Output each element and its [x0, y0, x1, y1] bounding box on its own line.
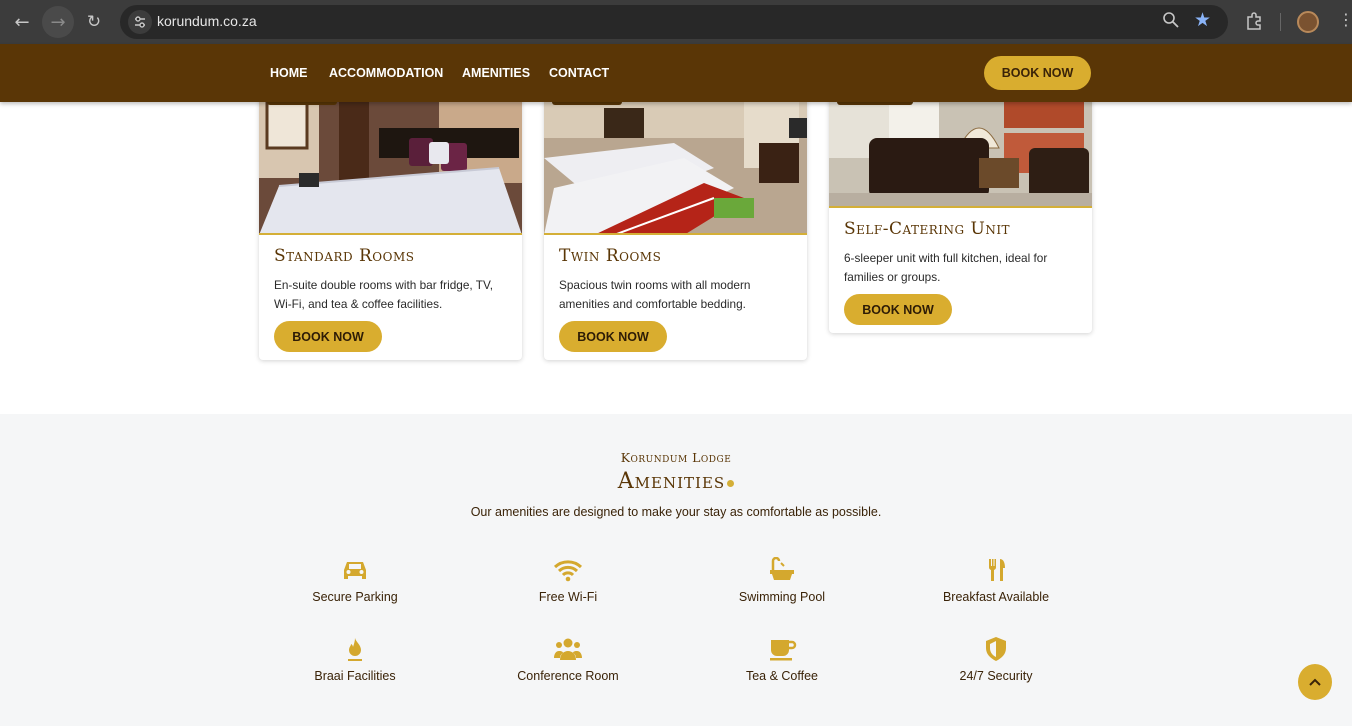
chevron-up-icon [1309, 678, 1321, 686]
utensils-icon [988, 559, 1005, 581]
wifi-icon [553, 560, 583, 582]
browser-toolbar: ← → ↻ korundum.co.za ★ ⋮ [0, 0, 1352, 44]
amenity-label: Braai Facilities [314, 669, 396, 683]
amenity-swimming-pool: Swimming Pool [692, 557, 872, 604]
amenity-security: 24/7 Security [906, 636, 1086, 683]
amenity-label: 24/7 Security [959, 669, 1033, 683]
nav-accommodation[interactable]: ACCOMMODATION [329, 66, 443, 80]
amenities-section: Korundum Lodge Amenities Our amenities a… [0, 414, 1352, 726]
section-title-text: Amenities [617, 469, 726, 494]
shield-icon [986, 637, 1006, 661]
bath-icon [770, 557, 794, 580]
title-dot [727, 480, 735, 487]
nav-amenities[interactable]: AMENITIES [462, 66, 530, 80]
room-photo-standard: From R700 [259, 88, 522, 235]
browser-menu-icon[interactable]: ⋮ [1338, 10, 1352, 29]
room-title: Standard Rooms [274, 246, 415, 266]
room-card-self-catering: From R1500 Self-Catering Unit 6-sleeper … [829, 88, 1092, 333]
room-card-twin: From R700 Twin Rooms Spacious twin rooms… [544, 88, 807, 360]
amenity-braai: Braai Facilities [265, 636, 445, 683]
forward-icon[interactable]: → [42, 6, 74, 38]
header-book-now-button[interactable]: BOOK NOW [984, 56, 1091, 90]
address-bar[interactable]: korundum.co.za ★ [120, 5, 1228, 39]
book-now-button[interactable]: BOOK NOW [844, 294, 952, 325]
section-subtitle: Our amenities are designed to make your … [470, 505, 882, 519]
bookmark-star-icon[interactable]: ★ [1194, 9, 1211, 31]
room-title: Self-Catering Unit [844, 219, 1011, 239]
toolbar-divider [1280, 13, 1281, 31]
nav-home[interactable]: HOME [270, 66, 308, 80]
amenity-label: Tea & Coffee [745, 669, 819, 683]
room-description: En-suite double rooms with bar fridge, T… [274, 278, 494, 311]
amenity-label: Conference Room [517, 669, 619, 683]
car-icon [344, 562, 366, 579]
reload-icon[interactable]: ↻ [78, 6, 110, 38]
room-photo-self-catering: From R1500 [829, 88, 1092, 208]
book-now-button[interactable]: BOOK NOW [274, 321, 382, 352]
extensions-icon[interactable] [1244, 11, 1264, 35]
amenity-label: Swimming Pool [738, 590, 826, 604]
amenity-tea-coffee: Tea & Coffee [692, 636, 872, 683]
section-title: Amenities [0, 469, 1352, 494]
url-text[interactable]: korundum.co.za [157, 13, 257, 29]
amenity-label: Free Wi-Fi [538, 590, 598, 604]
amenity-label: Secure Parking [312, 590, 398, 604]
amenity-breakfast: Breakfast Available [906, 557, 1086, 604]
back-icon[interactable]: ← [6, 6, 38, 38]
section-kicker: Korundum Lodge [620, 450, 732, 465]
users-icon [554, 638, 582, 660]
zoom-icon[interactable] [1162, 11, 1180, 33]
fire-icon [348, 638, 362, 661]
amenity-secure-parking: Secure Parking [265, 557, 445, 604]
scroll-to-top-button[interactable] [1298, 664, 1332, 700]
room-photo-twin: From R700 [544, 88, 807, 235]
coffee-icon [770, 640, 797, 661]
site-header: HOME ACCOMMODATION AMENITIES CONTACT BOO… [0, 44, 1352, 102]
site-info-icon[interactable] [128, 10, 152, 34]
room-title: Twin Rooms [559, 246, 662, 266]
room-description: Spacious twin rooms with all modern amen… [559, 278, 751, 311]
amenity-conference-room: Conference Room [478, 636, 658, 683]
room-description: 6-sleeper unit with full kitchen, ideal … [844, 251, 1048, 284]
room-card-standard: From R700 Standard Rooms En-suite double… [259, 88, 522, 360]
profile-avatar[interactable] [1297, 11, 1319, 33]
amenity-free-wifi: Free Wi-Fi [478, 557, 658, 604]
amenity-label: Breakfast Available [942, 590, 1050, 604]
nav-contact[interactable]: CONTACT [549, 66, 609, 80]
book-now-button[interactable]: BOOK NOW [559, 321, 667, 352]
